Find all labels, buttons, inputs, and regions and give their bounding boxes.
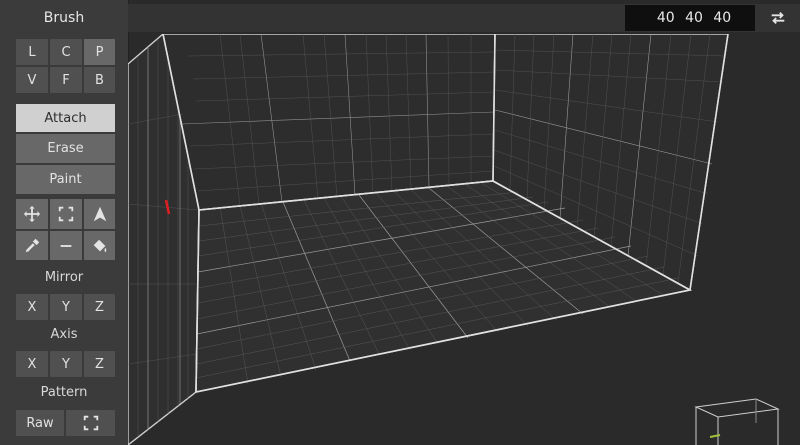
select-icon bbox=[58, 206, 74, 222]
axis-y-button[interactable]: Y bbox=[49, 350, 83, 378]
voxel-editor-app: Brush L C P V F B Attach Erase Paint Mir… bbox=[0, 0, 800, 445]
canvas-size-field[interactable]: 40 40 40 bbox=[625, 5, 755, 31]
pointer-tool-button[interactable] bbox=[83, 198, 116, 230]
mode-button-f[interactable]: F bbox=[49, 66, 83, 94]
line-icon bbox=[60, 244, 72, 247]
mode-button-c[interactable]: C bbox=[49, 38, 83, 66]
move-icon bbox=[23, 205, 41, 223]
eyedropper-tool-button[interactable] bbox=[15, 230, 49, 261]
axis-label: Axis bbox=[50, 327, 78, 342]
line-tool-button[interactable] bbox=[49, 230, 83, 261]
axis-z-button[interactable]: Z bbox=[83, 350, 116, 378]
mode-button-v[interactable]: V bbox=[15, 66, 49, 94]
mirror-label: Mirror bbox=[44, 270, 84, 285]
erase-button[interactable]: Erase bbox=[15, 133, 116, 164]
mode-button-p[interactable]: P bbox=[83, 38, 116, 66]
pattern-label: Pattern bbox=[40, 385, 88, 400]
pattern-raw-button[interactable]: Raw bbox=[15, 409, 65, 437]
bucket-icon bbox=[93, 239, 106, 252]
mirror-x-button[interactable]: X bbox=[15, 293, 49, 321]
swap-button[interactable] bbox=[762, 5, 794, 31]
axis-x-button[interactable]: X bbox=[15, 350, 49, 378]
paint-button[interactable]: Paint bbox=[15, 164, 116, 195]
mode-button-b[interactable]: B bbox=[83, 66, 116, 94]
pointer-icon bbox=[93, 206, 106, 222]
move-tool-button[interactable] bbox=[15, 198, 49, 230]
bucket-tool-button[interactable] bbox=[83, 230, 116, 261]
eyedropper-icon bbox=[25, 238, 40, 252]
attach-button[interactable]: Attach bbox=[15, 103, 116, 133]
mode-button-l[interactable]: L bbox=[15, 38, 49, 66]
3d-viewport[interactable] bbox=[128, 34, 800, 445]
select-icon bbox=[83, 415, 98, 431]
swap-icon bbox=[771, 11, 785, 25]
brush-panel: Brush L C P V F B Attach Erase Paint Mir… bbox=[0, 0, 129, 445]
mirror-z-button[interactable]: Z bbox=[83, 293, 116, 321]
panel-title: Brush bbox=[43, 9, 85, 26]
orientation-gizmo[interactable] bbox=[690, 393, 782, 445]
mirror-y-button[interactable]: Y bbox=[49, 293, 83, 321]
select-tool-button[interactable] bbox=[49, 198, 83, 230]
pattern-select-button[interactable] bbox=[65, 409, 116, 437]
